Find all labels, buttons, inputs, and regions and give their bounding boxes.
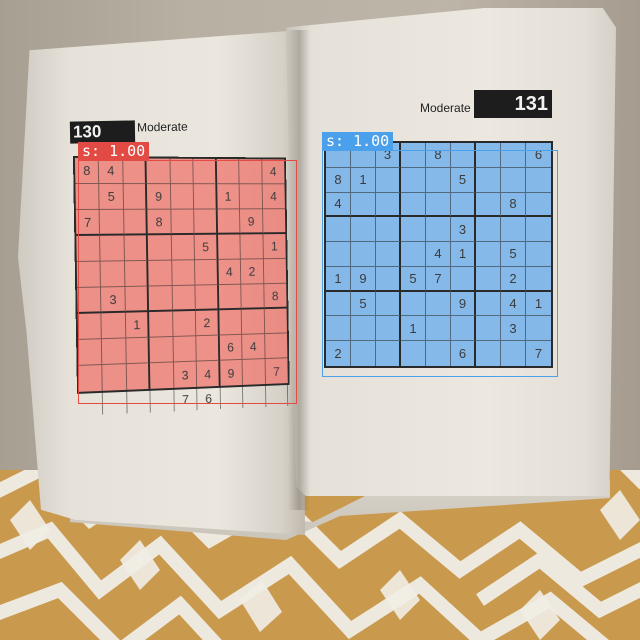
left-puzzle-number: 130 (69, 120, 136, 144)
detection-label-right: s: 1.00 (322, 132, 394, 150)
detection-box-right (322, 150, 558, 377)
right-puzzle-number: 131 (474, 90, 552, 118)
detection-label-left: s: 1.00 (78, 142, 150, 160)
right-difficulty-label: Moderate (420, 101, 471, 115)
photo-scene: 130 Moderate Moderate 131 84459147895142… (0, 0, 640, 640)
detection-box-left (78, 160, 297, 404)
left-difficulty-label: Moderate (136, 119, 188, 135)
